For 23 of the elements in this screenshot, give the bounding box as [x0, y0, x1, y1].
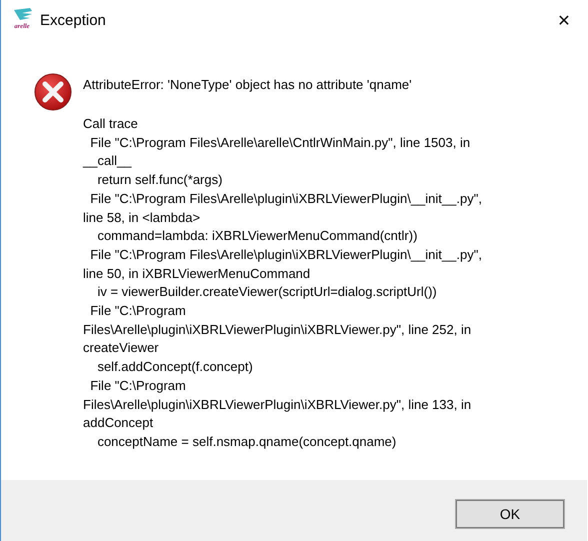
trace-line: Call trace [83, 115, 139, 133]
trace-line: createViewer [83, 339, 160, 358]
trace-line: File "C:\Program [89, 302, 187, 320]
trace-line: return self.func(*args) [96, 171, 224, 190]
trace-line: iv = viewerBuilder.createViewer(scriptUrl=dialog.scriptUrl()) [96, 283, 438, 302]
trace-line: Files\Arelle\plugin\iXBRLViewerPlugin\iXBRLViewer.py", line 252, in [83, 320, 472, 339]
trace-line: File "C:\Program Files\Arelle\plugin\iXBRLViewerPlugin\__init__.py", [89, 190, 482, 208]
trace-line: File "C:\Program Files\Arelle\arelle\CntlrWinMain.py", line 1503, in [89, 134, 472, 152]
trace-line: File "C:\Program [89, 376, 187, 395]
trace-line: line 58, in <lambda> [83, 208, 202, 227]
trace-line: Files\Arelle\plugin\iXBRLViewerPlugin\iXBRLViewer.py", line 133, in [83, 396, 472, 414]
ok-button[interactable]: OK [455, 499, 565, 529]
trace-line: line 50, in iXBRLViewerMenuCommand [83, 264, 312, 283]
trace-line: File "C:\Program Files\Arelle\plugin\iXBRLViewerPlugin\__init__.py", [89, 246, 482, 264]
error-message: AttributeError: 'NoneType' object has no attribute 'qname' [83, 76, 413, 94]
trace-line: addConcept [83, 414, 154, 432]
close-button[interactable]: ✕ [541, 4, 587, 36]
trace-line: self.addConcept(f.concept) [96, 358, 254, 376]
trace-line: conceptName = self.nsmap.qname(concept.qname) [96, 432, 398, 451]
trace-line: command=lambda: iXBRLViewerMenuCommand(cntlr)) [96, 227, 418, 246]
window-title: Exception [40, 12, 106, 28]
error-icon [33, 72, 73, 112]
trace-line: __call__ [83, 152, 133, 170]
